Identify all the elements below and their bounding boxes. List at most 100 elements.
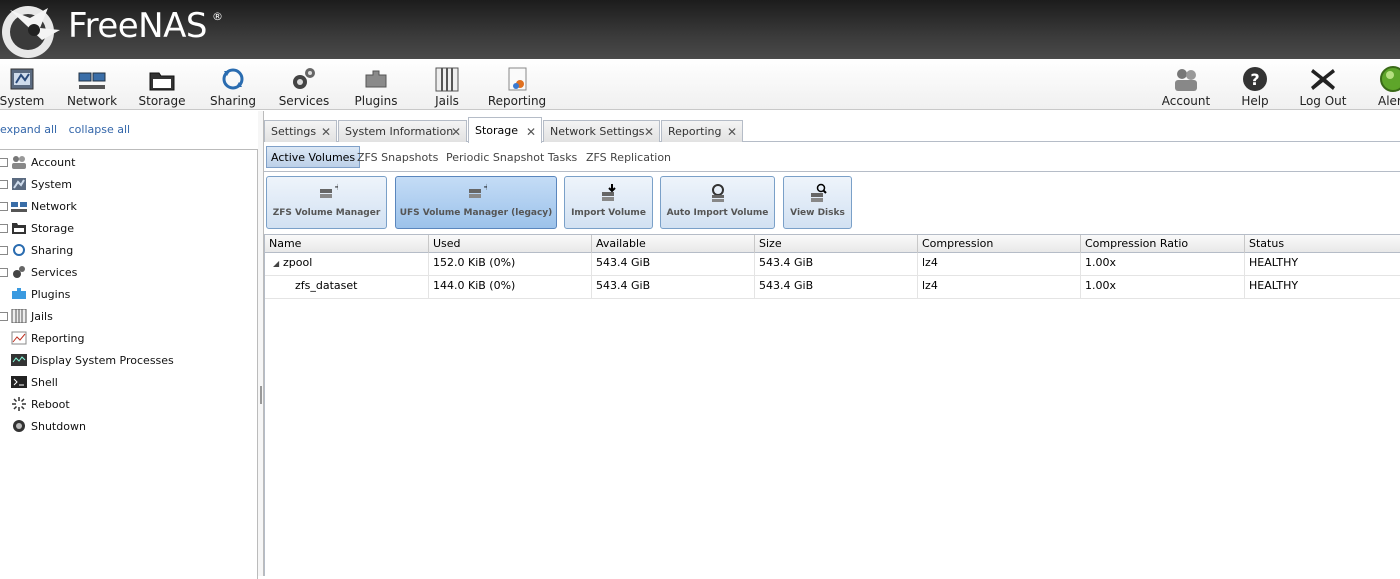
sharing-icon (10, 242, 28, 258)
close-tab-icon[interactable]: ✕ (321, 125, 331, 139)
close-tab-icon[interactable]: ✕ (526, 125, 536, 139)
toolbar-storage-button[interactable]: Storage (126, 63, 198, 109)
cell-compression-ratio: 1.00x (1081, 276, 1245, 298)
toolbar-network-button[interactable]: Network (56, 63, 128, 109)
tree-item-jails[interactable]: Jails (0, 305, 256, 327)
tree-item-services[interactable]: Services (0, 261, 256, 283)
subtab-periodic-snapshot-tasks[interactable]: Periodic Snapshot Tasks (442, 146, 581, 168)
subtab-active-volumes[interactable]: Active Volumes (266, 146, 361, 168)
tree-expand-icon[interactable] (0, 245, 8, 255)
toolbar-account-button[interactable]: Account (1150, 63, 1222, 109)
tree-item-shell[interactable]: Shell (0, 371, 256, 393)
toolbar-reporting-button[interactable]: Reporting (481, 63, 553, 109)
toolbar-jails-button[interactable]: Jails (411, 63, 483, 109)
tab-settings[interactable]: Settings ✕ (264, 120, 337, 142)
cell-available: 543.4 GiB (592, 253, 755, 275)
main-toolbar: System Network Storage Sharing Services … (0, 59, 1400, 110)
tab-reporting[interactable]: Reporting ✕ (661, 120, 743, 142)
navigation-tree: Account System Network Storage Sharing S… (0, 149, 258, 579)
toolbar-help-button[interactable]: ? Help (1219, 63, 1291, 109)
toolbar-plugins-button[interactable]: Plugins (340, 63, 412, 109)
tree-item-account[interactable]: Account (0, 151, 256, 173)
ufs-volume-manager-button[interactable]: + UFS Volume Manager (legacy) (395, 176, 557, 229)
tree-item-shutdown[interactable]: Shutdown (0, 415, 256, 437)
close-tab-icon[interactable]: ✕ (727, 125, 737, 139)
tree-expand-icon[interactable] (0, 179, 8, 189)
storage-subtab-bar: Active Volumes ZFS Snapshots Periodic Sn… (264, 144, 1400, 172)
splitter-grip[interactable] (260, 386, 262, 404)
navigation-panel: expand all collapse all Account System N… (0, 111, 258, 579)
auto-import-icon (711, 184, 724, 202)
table-row[interactable]: ◢ zpool 152.0 KiB (0%) 543.4 GiB 543.4 Gi… (265, 253, 1400, 276)
cell-size: 543.4 GiB (755, 276, 918, 298)
volumes-grid: Name Used Available Size Compression Com… (264, 234, 1400, 576)
column-header-size[interactable]: Size (755, 235, 918, 253)
close-tab-icon[interactable]: ✕ (644, 125, 654, 139)
add-volume-icon: + (469, 183, 487, 198)
column-header-used[interactable]: Used (429, 235, 592, 253)
cell-size: 543.4 GiB (755, 253, 918, 275)
tree-expand-icon[interactable] (0, 267, 8, 277)
cell-compression-ratio: 1.00x (1081, 253, 1245, 275)
account-icon (1175, 69, 1197, 91)
column-header-available[interactable]: Available (592, 235, 755, 253)
toolbar-sharing-button[interactable]: Sharing (197, 63, 269, 109)
toolbar-services-button[interactable]: Services (268, 63, 340, 109)
view-disks-button[interactable]: View Disks (783, 176, 852, 229)
cell-available: 543.4 GiB (592, 276, 755, 298)
system-icon (10, 176, 28, 192)
column-header-compression-ratio[interactable]: Compression Ratio (1081, 235, 1245, 253)
auto-import-volume-button[interactable]: Auto Import Volume (660, 176, 775, 229)
toolbar-alert-button[interactable]: Alert (1352, 63, 1400, 109)
tree-item-reboot[interactable]: Reboot (0, 393, 256, 415)
storage-icon (149, 72, 175, 91)
tree-expand-icon[interactable] (0, 157, 8, 167)
cell-name: zfs_dataset (265, 276, 429, 298)
import-volume-icon (601, 184, 616, 201)
svg-text:?: ? (1250, 70, 1259, 89)
services-icon (10, 264, 28, 280)
tree-item-system[interactable]: System (0, 173, 256, 195)
view-disks-icon (810, 183, 827, 202)
tree-expand-controls: expand all collapse all (0, 123, 138, 136)
import-volume-button[interactable]: Import Volume (564, 176, 653, 229)
table-row[interactable]: zfs_dataset 144.0 KiB (0%) 543.4 GiB 543… (265, 276, 1400, 299)
toolbar-system-button[interactable]: System (0, 63, 58, 109)
add-volume-icon: + (319, 183, 338, 198)
network-icon (78, 72, 106, 89)
svg-text:+: + (334, 183, 338, 193)
tree-expand-icon[interactable] (0, 223, 8, 233)
subtab-zfs-replication[interactable]: ZFS Replication (582, 146, 675, 168)
tab-storage[interactable]: Storage ✕ (468, 117, 542, 143)
tree-item-sharing[interactable]: Sharing (0, 239, 256, 261)
subtab-zfs-snapshots[interactable]: ZFS Snapshots (353, 146, 442, 168)
svg-text:+: + (483, 183, 487, 193)
reporting-icon (10, 330, 28, 346)
alert-icon (1380, 66, 1400, 92)
toolbar-logout-button[interactable]: Log Out (1287, 63, 1359, 109)
plugins-icon (10, 286, 28, 302)
column-header-status[interactable]: Status (1245, 235, 1400, 253)
tree-item-reporting[interactable]: Reporting (0, 327, 256, 349)
zfs-volume-manager-button[interactable]: + ZFS Volume Manager (266, 176, 387, 229)
column-header-compression[interactable]: Compression (918, 235, 1081, 253)
tree-item-display-system-processes[interactable]: Display System Processes (0, 349, 256, 371)
tab-system-information[interactable]: System Information ✕ (338, 120, 467, 142)
collapse-row-icon[interactable]: ◢ (273, 254, 283, 274)
tree-item-network[interactable]: Network (0, 195, 256, 217)
expand-all-link[interactable]: expand all (0, 123, 57, 136)
tab-network-settings[interactable]: Network Settings ✕ (543, 120, 660, 142)
jails-icon (10, 308, 28, 324)
system-icon (10, 68, 34, 90)
tree-item-storage[interactable]: Storage (0, 217, 256, 239)
sharing-icon (222, 68, 244, 90)
column-header-name[interactable]: Name (265, 235, 429, 253)
services-icon (293, 68, 315, 89)
tree-item-plugins[interactable]: Plugins (0, 283, 256, 305)
plugins-icon (365, 70, 387, 88)
collapse-all-link[interactable]: collapse all (69, 123, 130, 136)
tree-expand-icon[interactable] (0, 201, 8, 211)
shutdown-icon (10, 418, 28, 434)
close-tab-icon[interactable]: ✕ (451, 125, 461, 139)
tree-expand-icon[interactable] (0, 311, 8, 321)
